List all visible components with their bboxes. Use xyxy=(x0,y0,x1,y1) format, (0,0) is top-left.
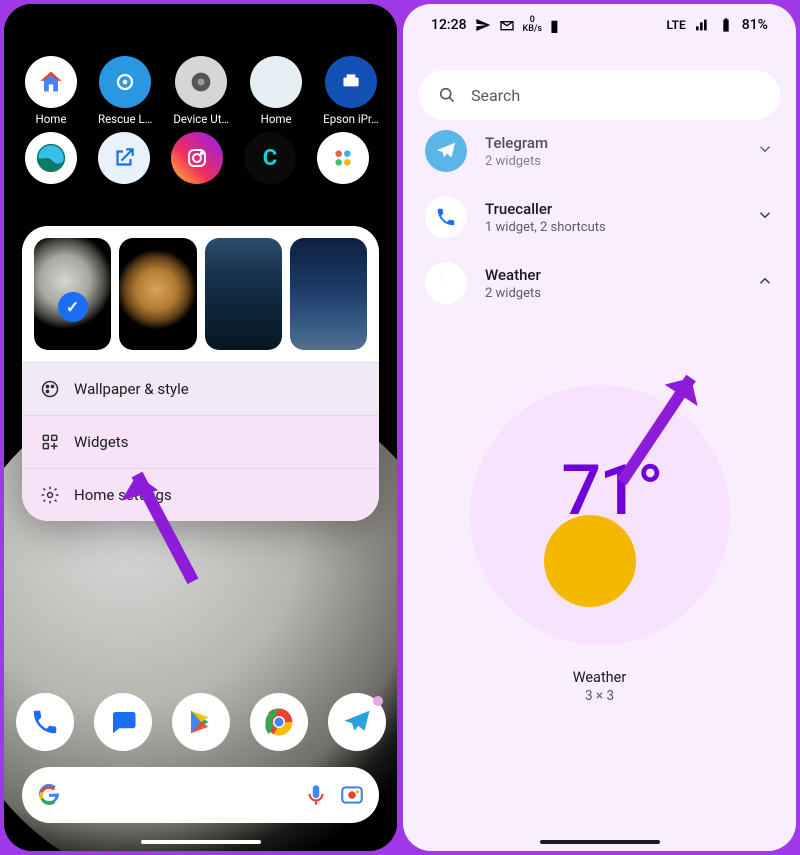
chevron-down-icon xyxy=(756,140,774,162)
widget-name: Weather xyxy=(485,266,738,284)
app-epson[interactable]: Epson iPr… xyxy=(323,56,379,126)
widget-sub: 2 widgets xyxy=(485,286,738,301)
wallpaper-strip xyxy=(22,226,379,362)
gear-icon xyxy=(40,485,60,505)
app-folder-home[interactable]: Home xyxy=(250,56,302,126)
menu-widgets-label: Widgets xyxy=(74,433,128,451)
mic-icon[interactable] xyxy=(303,782,329,808)
battery-percent-right: 81% xyxy=(742,17,768,33)
nav-bar-handle[interactable] xyxy=(141,840,261,844)
signal-lte: LTE xyxy=(667,18,686,32)
wallpaper-thumb-3[interactable] xyxy=(205,238,282,350)
dock-chrome[interactable] xyxy=(250,693,308,751)
app-instagram[interactable] xyxy=(171,132,223,184)
annotation-arrow-right xyxy=(603,350,723,490)
nav-bar-handle-right[interactable] xyxy=(540,840,660,844)
widget-item-truecaller[interactable]: Truecaller 1 widget, 2 shortcuts xyxy=(403,184,796,250)
app-share[interactable] xyxy=(98,132,150,184)
google-logo-icon xyxy=(36,782,62,808)
search-placeholder: Search xyxy=(471,86,520,105)
menu-wallpaper-style[interactable]: Wallpaper & style xyxy=(22,362,379,415)
widget-sub: 1 widget, 2 shortcuts xyxy=(485,220,738,235)
google-search-bar[interactable] xyxy=(22,767,379,823)
lens-icon[interactable] xyxy=(339,782,365,808)
battery-icon xyxy=(718,17,734,33)
app-device-util[interactable]: Device Ut… xyxy=(173,56,229,126)
dock-messages[interactable] xyxy=(94,693,152,751)
widget-item-telegram[interactable]: Telegram 2 widgets xyxy=(403,126,796,184)
widgets-icon xyxy=(40,432,60,452)
dock xyxy=(4,693,397,751)
widget-name: Truecaller xyxy=(485,200,738,218)
do-not-disturb-icon: ▮ xyxy=(550,16,559,35)
dock-play-store[interactable] xyxy=(172,693,230,751)
app-row-2: C xyxy=(4,128,397,188)
wallpaper-thumb-4[interactable] xyxy=(290,238,367,350)
widget-sub: 2 widgets xyxy=(485,154,738,169)
app-canva[interactable]: C xyxy=(244,132,296,184)
kbps-indicator: 0KB/s xyxy=(523,16,543,34)
dock-phone[interactable] xyxy=(16,693,74,751)
phone-left: 12:28 0KB/s ▮ 82% Home Rescue L… Device … xyxy=(4,4,397,851)
chevron-up-icon xyxy=(756,272,774,294)
palette-icon xyxy=(40,379,60,399)
send-icon xyxy=(475,17,491,33)
status-time-right: 12:28 xyxy=(431,17,467,33)
search-icon xyxy=(437,85,457,105)
menu-wallpaper-style-label: Wallpaper & style xyxy=(74,380,189,398)
wallpaper-thumb-2[interactable] xyxy=(119,238,196,350)
phone-right: 12:28 0KB/s ▮ LTE 81% Search Telegram 2 w… xyxy=(403,4,796,851)
weather-preview-size: 3 × 3 xyxy=(585,688,614,704)
app-edge[interactable] xyxy=(25,132,77,184)
chevron-down-icon xyxy=(756,206,774,228)
app-rescue[interactable]: Rescue L… xyxy=(98,56,152,126)
mail-icon xyxy=(499,17,515,33)
weather-preview-name: Weather xyxy=(573,669,627,686)
app-misc[interactable] xyxy=(317,132,369,184)
wallpaper-thumb-1[interactable] xyxy=(34,238,111,350)
widget-name: Telegram xyxy=(485,134,738,152)
telegram-icon xyxy=(425,130,467,172)
weather-icon xyxy=(425,262,467,304)
app-row-1: Home Rescue L… Device Ut… Home Epson iPr… xyxy=(4,46,397,128)
widget-item-weather[interactable]: Weather 2 widgets xyxy=(403,250,796,316)
signal-icon xyxy=(694,17,710,33)
dock-telegram[interactable] xyxy=(328,693,386,751)
status-bar-right: 12:28 0KB/s ▮ LTE 81% xyxy=(403,4,796,46)
widget-search-bar[interactable]: Search xyxy=(419,70,780,120)
truecaller-icon xyxy=(425,196,467,238)
app-home[interactable]: Home xyxy=(25,56,77,126)
annotation-arrow-left xyxy=(98,450,218,590)
